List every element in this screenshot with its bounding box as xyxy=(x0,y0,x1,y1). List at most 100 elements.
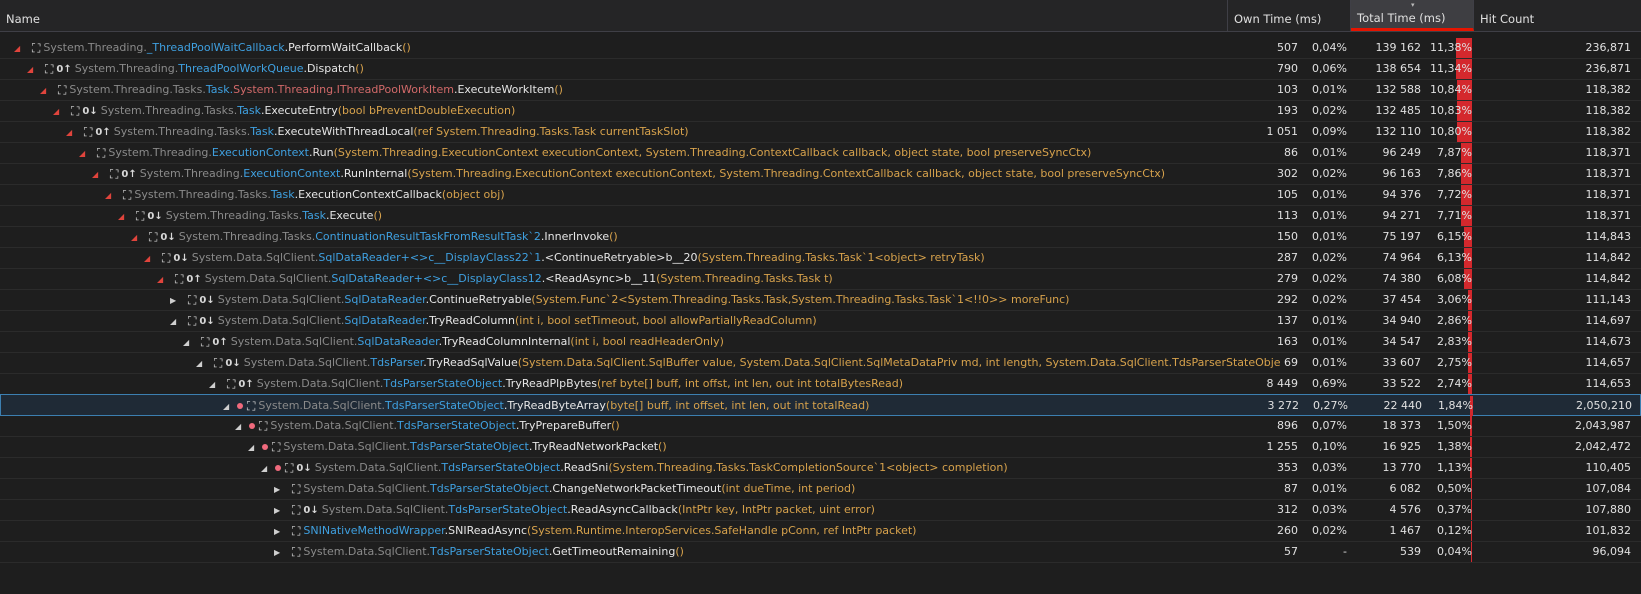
call-tree-row[interactable]: ◢ ⛶ 0↓ System.Data.SqlClient.TdsParserState… xyxy=(0,457,1641,479)
method-class: TdsParserStateObject xyxy=(430,545,549,558)
call-tree-row[interactable]: ◢ ⛶ System.Threading._ThreadPoolWaitCallba… xyxy=(0,37,1641,59)
total-time-percent: 6,13% xyxy=(1437,251,1472,264)
hit-count-value: 111,143 xyxy=(1585,293,1632,306)
column-header-name[interactable]: Name xyxy=(0,0,1228,31)
call-tree-row[interactable]: ▶ ⛶ 0↓ System.Data.SqlClient.SqlDataReader.… xyxy=(0,289,1641,311)
method-class: TdsParserStateObject xyxy=(410,440,529,453)
method-class: SqlDataReader+<>c__DisplayClass22`1 xyxy=(318,251,542,264)
collapse-arrow-icon[interactable]: ◢ xyxy=(248,437,258,458)
method-class: _ThreadPoolWaitCallback xyxy=(146,41,285,54)
expand-arrow-icon[interactable]: ▶ xyxy=(274,542,284,563)
method-class: TdsParserStateObject xyxy=(385,399,504,412)
total-time-percent: 11,38% xyxy=(1430,41,1472,54)
collapse-arrow-icon[interactable]: ◢ xyxy=(196,353,206,374)
collapse-arrow-icon[interactable]: ◢ xyxy=(183,332,193,353)
expand-arrow-icon[interactable]: ▶ xyxy=(274,479,284,500)
method-arguments: () xyxy=(675,545,684,558)
call-tree-row[interactable]: ◢ ⛶ 0↑ System.Data.SqlClient.SqlDataReader.… xyxy=(0,331,1641,353)
total-time-percent: 1,13% xyxy=(1437,461,1472,474)
call-tree-row[interactable]: ◢ ⛶ System.Data.SqlClient.TdsParserStateOb… xyxy=(0,394,1641,416)
method-namespace: System.Data.SqlClient. xyxy=(283,440,411,453)
own-time-value: 507 xyxy=(1277,41,1298,54)
call-tree-row[interactable]: ◢ ⛶ System.Data.SqlClient.TdsParserStateOb… xyxy=(0,436,1641,458)
column-header-total-time[interactable]: ▾ Total Time (ms) xyxy=(1351,0,1474,31)
call-tree-row[interactable]: ◢ ⛶ 0↓ System.Threading.Tasks.Task.Execute(… xyxy=(0,205,1641,227)
call-tree-row[interactable]: ◢ ⛶ 0↑ System.Threading.ExecutionContext.Ru… xyxy=(0,163,1641,185)
collapse-arrow-icon[interactable]: ◢ xyxy=(170,311,180,332)
call-tree-row[interactable]: ◢ ⛶ 0↓ System.Data.SqlClient.TdsParser.TryR… xyxy=(0,352,1641,374)
call-tree-row[interactable]: ◢ ⛶ 0↑ System.Data.SqlClient.SqlDataReader+… xyxy=(0,268,1641,290)
total-time-value: 34 547 xyxy=(1382,335,1422,348)
row-name-cell: ◢ ⛶ System.Threading.ExecutionContext.Run(… xyxy=(79,142,1091,164)
call-tree-row[interactable]: ▶ ⛶ SNINativeMethodWrapper.SNIReadAsync(Sy… xyxy=(0,520,1641,542)
method-name: .ExecuteWorkItem xyxy=(453,83,555,96)
column-header-row: Name Own Time (ms) ▾ Total Time (ms) Hit… xyxy=(0,0,1641,32)
method-arguments: () xyxy=(611,419,620,432)
call-tree-row[interactable]: ◢ ⛶ 0↓ System.Threading.Tasks.Task.ExecuteE… xyxy=(0,100,1641,122)
row-name-cell: ◢ ⛶ 0↑ System.Threading.Tasks.Task.ExecuteW… xyxy=(66,121,689,143)
collapse-arrow-icon[interactable]: ◢ xyxy=(79,143,89,164)
column-header-hit-count[interactable]: Hit Count xyxy=(1474,0,1641,31)
total-time-percent: 10,84% xyxy=(1430,83,1472,96)
collapse-arrow-icon[interactable]: ◢ xyxy=(40,80,50,101)
total-time-percent: 10,80% xyxy=(1430,125,1472,138)
own-time-value: 137 xyxy=(1277,314,1298,327)
total-time-percent: 11,34% xyxy=(1430,62,1472,75)
hot-path-dot-icon xyxy=(275,465,281,471)
own-time-percent: 0,01% xyxy=(1312,335,1347,348)
collapse-arrow-icon[interactable]: ◢ xyxy=(27,59,37,80)
own-time-value: 302 xyxy=(1277,167,1298,180)
method-name: .SNIReadAsync xyxy=(444,524,528,537)
method-class: SqlDataReader xyxy=(344,314,426,327)
own-time-value: 260 xyxy=(1277,524,1298,537)
hit-count-value: 2,050,210 xyxy=(1576,399,1632,412)
call-tree-row[interactable]: ◢ ⛶ System.Threading.Tasks.Task.System.Thr… xyxy=(0,79,1641,101)
call-tree-row[interactable]: ◢ ⛶ System.Threading.Tasks.Task.ExecutionC… xyxy=(0,184,1641,206)
thread-wait-icon: 0↓ xyxy=(147,210,163,222)
call-tree-row[interactable]: ◢ ⛶ 0↓ System.Data.SqlClient.SqlDataReader.… xyxy=(0,310,1641,332)
total-time-percent: 7,71% xyxy=(1437,209,1472,222)
call-tree-row[interactable]: ◢ ⛶ 0↓ System.Data.SqlClient.SqlDataReader+… xyxy=(0,247,1641,269)
call-tree-row[interactable]: ◢ ⛶ System.Threading.ExecutionContext.Run(… xyxy=(0,142,1641,164)
call-tree-row[interactable]: ◢ ⛶ System.Data.SqlClient.TdsParserStateOb… xyxy=(0,415,1641,437)
total-time-percent: 2,83% xyxy=(1437,335,1472,348)
collapse-arrow-icon[interactable]: ◢ xyxy=(66,122,76,143)
lock-user-icon: ⛶ xyxy=(45,61,54,76)
call-tree-row[interactable]: ▶ ⛶ System.Data.SqlClient.TdsParserStateOb… xyxy=(0,478,1641,500)
total-time-percent: 0,04% xyxy=(1437,545,1472,558)
collapse-arrow-icon[interactable]: ◢ xyxy=(235,416,245,437)
method-name: .Run xyxy=(308,146,334,159)
method-arguments: (int dueTime, int period) xyxy=(721,482,856,495)
method-class: TdsParserStateObject xyxy=(448,503,568,516)
method-arguments: (System.Threading.Tasks.TaskCompletionSo… xyxy=(608,461,1008,474)
collapse-arrow-icon[interactable]: ◢ xyxy=(223,396,233,417)
collapse-arrow-icon[interactable]: ◢ xyxy=(144,248,154,269)
collapse-arrow-icon[interactable]: ◢ xyxy=(157,269,167,290)
call-tree-row[interactable]: ◢ ⛶ 0↓ System.Threading.Tasks.ContinuationR… xyxy=(0,226,1641,248)
own-time-percent: 0,01% xyxy=(1312,356,1347,369)
expand-arrow-icon[interactable]: ▶ xyxy=(274,500,284,521)
total-time-value: 94 271 xyxy=(1382,209,1422,222)
collapse-arrow-icon[interactable]: ◢ xyxy=(92,164,102,185)
total-time-value: 37 454 xyxy=(1382,293,1422,306)
collapse-arrow-icon[interactable]: ◢ xyxy=(261,458,271,479)
collapse-arrow-icon[interactable]: ◢ xyxy=(14,38,24,59)
total-time-percent: 2,86% xyxy=(1437,314,1472,327)
collapse-arrow-icon[interactable]: ◢ xyxy=(131,227,141,248)
expand-arrow-icon[interactable]: ▶ xyxy=(170,290,180,311)
call-tree-row[interactable]: ◢ ⛶ 0↑ System.Threading.ThreadPoolWorkQueue… xyxy=(0,58,1641,80)
method-namespace: System.Data.SqlClient. xyxy=(230,335,358,348)
call-tree-row[interactable]: ▶ ⛶ 0↓ System.Data.SqlClient.TdsParserState… xyxy=(0,499,1641,521)
total-time-value: 6 082 xyxy=(1389,482,1422,495)
call-tree-row[interactable]: ▶ ⛶ System.Data.SqlClient.TdsParserStateOb… xyxy=(0,541,1641,563)
collapse-arrow-icon[interactable]: ◢ xyxy=(118,206,128,227)
column-header-own-time[interactable]: Own Time (ms) xyxy=(1228,0,1351,31)
method-name: .TryReadNetworkPacket xyxy=(528,440,659,453)
collapse-arrow-icon[interactable]: ◢ xyxy=(105,185,115,206)
collapse-arrow-icon[interactable]: ◢ xyxy=(53,101,63,122)
method-namespace: System.Data.SqlClient. xyxy=(314,461,442,474)
call-tree-row[interactable]: ◢ ⛶ 0↑ System.Threading.Tasks.Task.ExecuteW… xyxy=(0,121,1641,143)
expand-arrow-icon[interactable]: ▶ xyxy=(274,521,284,542)
collapse-arrow-icon[interactable]: ◢ xyxy=(209,374,219,395)
call-tree-row[interactable]: ◢ ⛶ 0↑ System.Data.SqlClient.TdsParserState… xyxy=(0,373,1641,395)
